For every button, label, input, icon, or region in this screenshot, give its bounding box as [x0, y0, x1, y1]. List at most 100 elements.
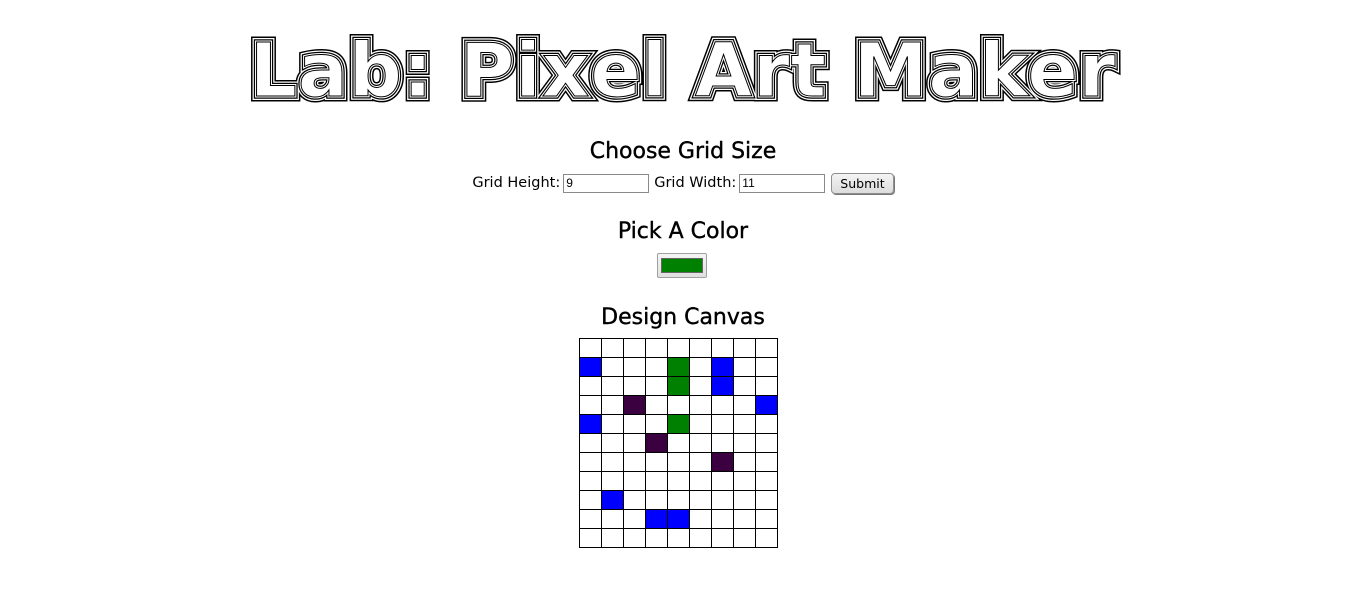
canvas-cell[interactable] — [579, 433, 602, 453]
canvas-cell[interactable] — [755, 338, 778, 358]
canvas-cell[interactable] — [689, 490, 712, 510]
canvas-cell[interactable] — [601, 338, 624, 358]
canvas-cell[interactable] — [689, 452, 712, 472]
canvas-cell[interactable] — [579, 490, 602, 510]
canvas-cell[interactable] — [667, 357, 690, 377]
canvas-cell[interactable] — [755, 490, 778, 510]
canvas-cell[interactable] — [601, 490, 624, 510]
canvas-cell[interactable] — [733, 395, 756, 415]
canvas-cell[interactable] — [733, 433, 756, 453]
canvas-cell[interactable] — [711, 376, 734, 396]
canvas-cell[interactable] — [623, 490, 646, 510]
canvas-cell[interactable] — [755, 376, 778, 396]
canvas-cell[interactable] — [645, 376, 668, 396]
canvas-cell[interactable] — [645, 490, 668, 510]
canvas-cell[interactable] — [733, 528, 756, 548]
canvas-cell[interactable] — [579, 528, 602, 548]
canvas-cell[interactable] — [755, 395, 778, 415]
canvas-cell[interactable] — [711, 528, 734, 548]
canvas-cell[interactable] — [689, 395, 712, 415]
grid-width-input[interactable] — [739, 173, 826, 193]
canvas-cell[interactable] — [755, 433, 778, 453]
canvas-cell[interactable] — [711, 433, 734, 453]
canvas-cell[interactable] — [623, 395, 646, 415]
canvas-cell[interactable] — [601, 414, 624, 434]
canvas-cell[interactable] — [667, 376, 690, 396]
canvas-cell[interactable] — [689, 509, 712, 529]
canvas-cell[interactable] — [733, 509, 756, 529]
canvas-cell[interactable] — [733, 452, 756, 472]
canvas-cell[interactable] — [623, 509, 646, 529]
canvas-cell[interactable] — [667, 414, 690, 434]
canvas-cell[interactable] — [645, 433, 668, 453]
canvas-cell[interactable] — [601, 395, 624, 415]
canvas-cell[interactable] — [601, 357, 624, 377]
canvas-cell[interactable] — [623, 433, 646, 453]
canvas-cell[interactable] — [579, 357, 602, 377]
submit-button[interactable]: Submit — [831, 172, 894, 194]
canvas-cell[interactable] — [733, 471, 756, 491]
canvas-cell[interactable] — [755, 471, 778, 491]
canvas-cell[interactable] — [733, 414, 756, 434]
canvas-cell[interactable] — [579, 471, 602, 491]
canvas-cell[interactable] — [755, 414, 778, 434]
canvas-cell[interactable] — [667, 395, 690, 415]
canvas-cell[interactable] — [667, 433, 690, 453]
canvas-cell[interactable] — [711, 509, 734, 529]
canvas-cell[interactable] — [645, 452, 668, 472]
canvas-cell[interactable] — [667, 528, 690, 548]
canvas-cell[interactable] — [579, 338, 602, 358]
canvas-cell[interactable] — [711, 357, 734, 377]
canvas-cell[interactable] — [755, 509, 778, 529]
canvas-cell[interactable] — [711, 395, 734, 415]
canvas-cell[interactable] — [689, 338, 712, 358]
canvas-cell[interactable] — [579, 452, 602, 472]
canvas-cell[interactable] — [733, 357, 756, 377]
canvas-cell[interactable] — [667, 338, 690, 358]
canvas-cell[interactable] — [623, 338, 646, 358]
canvas-cell[interactable] — [689, 528, 712, 548]
canvas-cell[interactable] — [755, 357, 778, 377]
canvas-cell[interactable] — [579, 376, 602, 396]
canvas-cell[interactable] — [645, 395, 668, 415]
canvas-cell[interactable] — [601, 376, 624, 396]
canvas-cell[interactable] — [601, 471, 624, 491]
canvas-cell[interactable] — [623, 528, 646, 548]
canvas-cell[interactable] — [689, 376, 712, 396]
canvas-cell[interactable] — [579, 414, 602, 434]
canvas-cell[interactable] — [733, 376, 756, 396]
canvas-cell[interactable] — [733, 338, 756, 358]
canvas-cell[interactable] — [733, 490, 756, 510]
canvas-cell[interactable] — [645, 471, 668, 491]
canvas-cell[interactable] — [667, 452, 690, 472]
canvas-cell[interactable] — [667, 490, 690, 510]
canvas-cell[interactable] — [623, 357, 646, 377]
canvas-cell[interactable] — [623, 452, 646, 472]
grid-height-input[interactable] — [563, 173, 650, 193]
canvas-cell[interactable] — [689, 414, 712, 434]
canvas-cell[interactable] — [623, 471, 646, 491]
canvas-cell[interactable] — [667, 509, 690, 529]
canvas-cell[interactable] — [601, 528, 624, 548]
canvas-cell[interactable] — [601, 509, 624, 529]
canvas-cell[interactable] — [711, 414, 734, 434]
canvas-cell[interactable] — [711, 452, 734, 472]
canvas-cell[interactable] — [645, 414, 668, 434]
canvas-cell[interactable] — [645, 509, 668, 529]
canvas-cell[interactable] — [711, 471, 734, 491]
canvas-cell[interactable] — [645, 528, 668, 548]
canvas-cell[interactable] — [689, 471, 712, 491]
canvas-cell[interactable] — [601, 433, 624, 453]
canvas-cell[interactable] — [711, 338, 734, 358]
color-picker[interactable] — [657, 253, 707, 278]
canvas-cell[interactable] — [689, 433, 712, 453]
canvas-cell[interactable] — [645, 357, 668, 377]
canvas-cell[interactable] — [623, 414, 646, 434]
canvas-cell[interactable] — [667, 471, 690, 491]
canvas-cell[interactable] — [689, 357, 712, 377]
canvas-cell[interactable] — [579, 509, 602, 529]
canvas-cell[interactable] — [601, 452, 624, 472]
canvas-cell[interactable] — [579, 395, 602, 415]
canvas-cell[interactable] — [755, 528, 778, 548]
canvas-cell[interactable] — [755, 452, 778, 472]
